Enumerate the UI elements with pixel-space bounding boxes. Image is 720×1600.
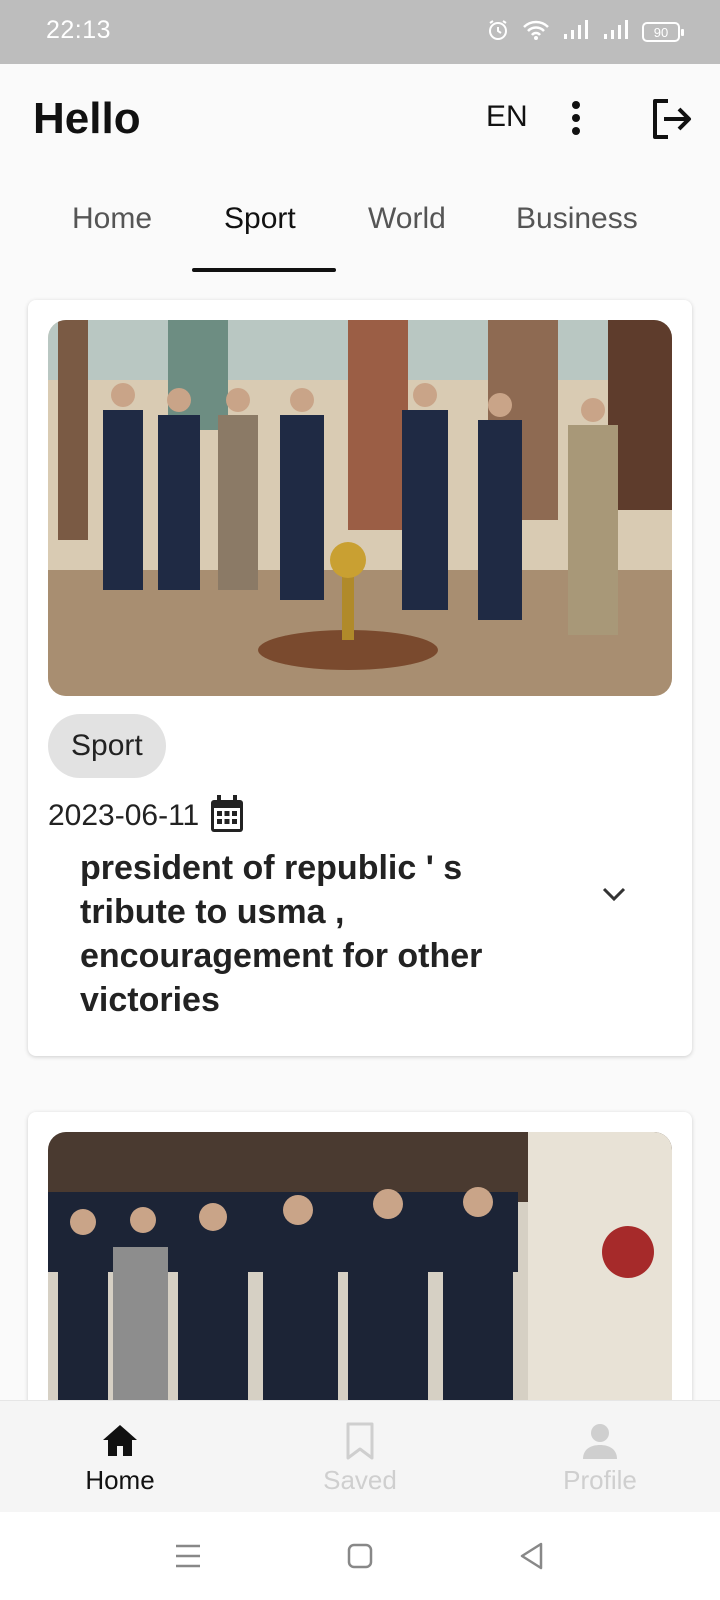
alarm-icon [486, 18, 510, 47]
logout-icon[interactable] [648, 96, 694, 142]
category-tabs: Home Sport World Business [0, 180, 720, 272]
status-time: 22:13 [46, 16, 112, 44]
calendar-icon [209, 794, 245, 839]
article-card[interactable]: Sport 2023-06-11 president of republic '… [28, 300, 692, 1056]
nav-label: Saved [323, 1465, 397, 1495]
category-chip: Sport [48, 714, 166, 778]
home-icon [102, 1421, 138, 1461]
signal-icon [562, 19, 590, 46]
wifi-icon [522, 19, 550, 46]
bottom-navigation: Home Saved Profile [0, 1400, 720, 1512]
status-bar: 22:13 90 [0, 0, 720, 64]
person-icon [582, 1421, 618, 1461]
back-icon[interactable] [510, 1534, 554, 1578]
news-feed[interactable]: Sport 2023-06-11 president of republic '… [0, 272, 720, 1400]
home-square-icon[interactable] [338, 1534, 382, 1578]
article-title[interactable]: president of republic ' s tribute to usm… [80, 846, 550, 1022]
article-image[interactable] [48, 320, 672, 696]
app-header: Hello EN [0, 64, 720, 174]
tab-world[interactable]: World [368, 202, 446, 236]
tab-business[interactable]: Business [516, 202, 638, 236]
signal-icon [602, 19, 630, 46]
nav-home[interactable]: Home [0, 1401, 240, 1513]
nav-label: Home [85, 1465, 155, 1495]
bookmark-icon [342, 1421, 378, 1461]
greeting-title: Hello [33, 94, 141, 143]
tab-sport[interactable]: Sport [224, 202, 296, 236]
nav-profile[interactable]: Profile [480, 1401, 720, 1513]
more-vert-icon[interactable] [562, 98, 590, 138]
date-row: 2023-06-11 [48, 794, 245, 838]
nav-label: Profile [563, 1465, 637, 1495]
system-navigation [0, 1512, 720, 1600]
menu-icon[interactable] [166, 1534, 210, 1578]
article-image[interactable] [48, 1132, 672, 1400]
article-date: 2023-06-11 [48, 799, 200, 832]
nav-saved[interactable]: Saved [240, 1401, 480, 1513]
article-card[interactable] [28, 1112, 692, 1400]
tab-home[interactable]: Home [72, 202, 152, 236]
status-icons: 90 [486, 18, 684, 47]
battery-icon: 90 [642, 22, 684, 42]
language-button[interactable]: EN [486, 100, 528, 134]
chevron-down-icon[interactable] [596, 876, 632, 912]
